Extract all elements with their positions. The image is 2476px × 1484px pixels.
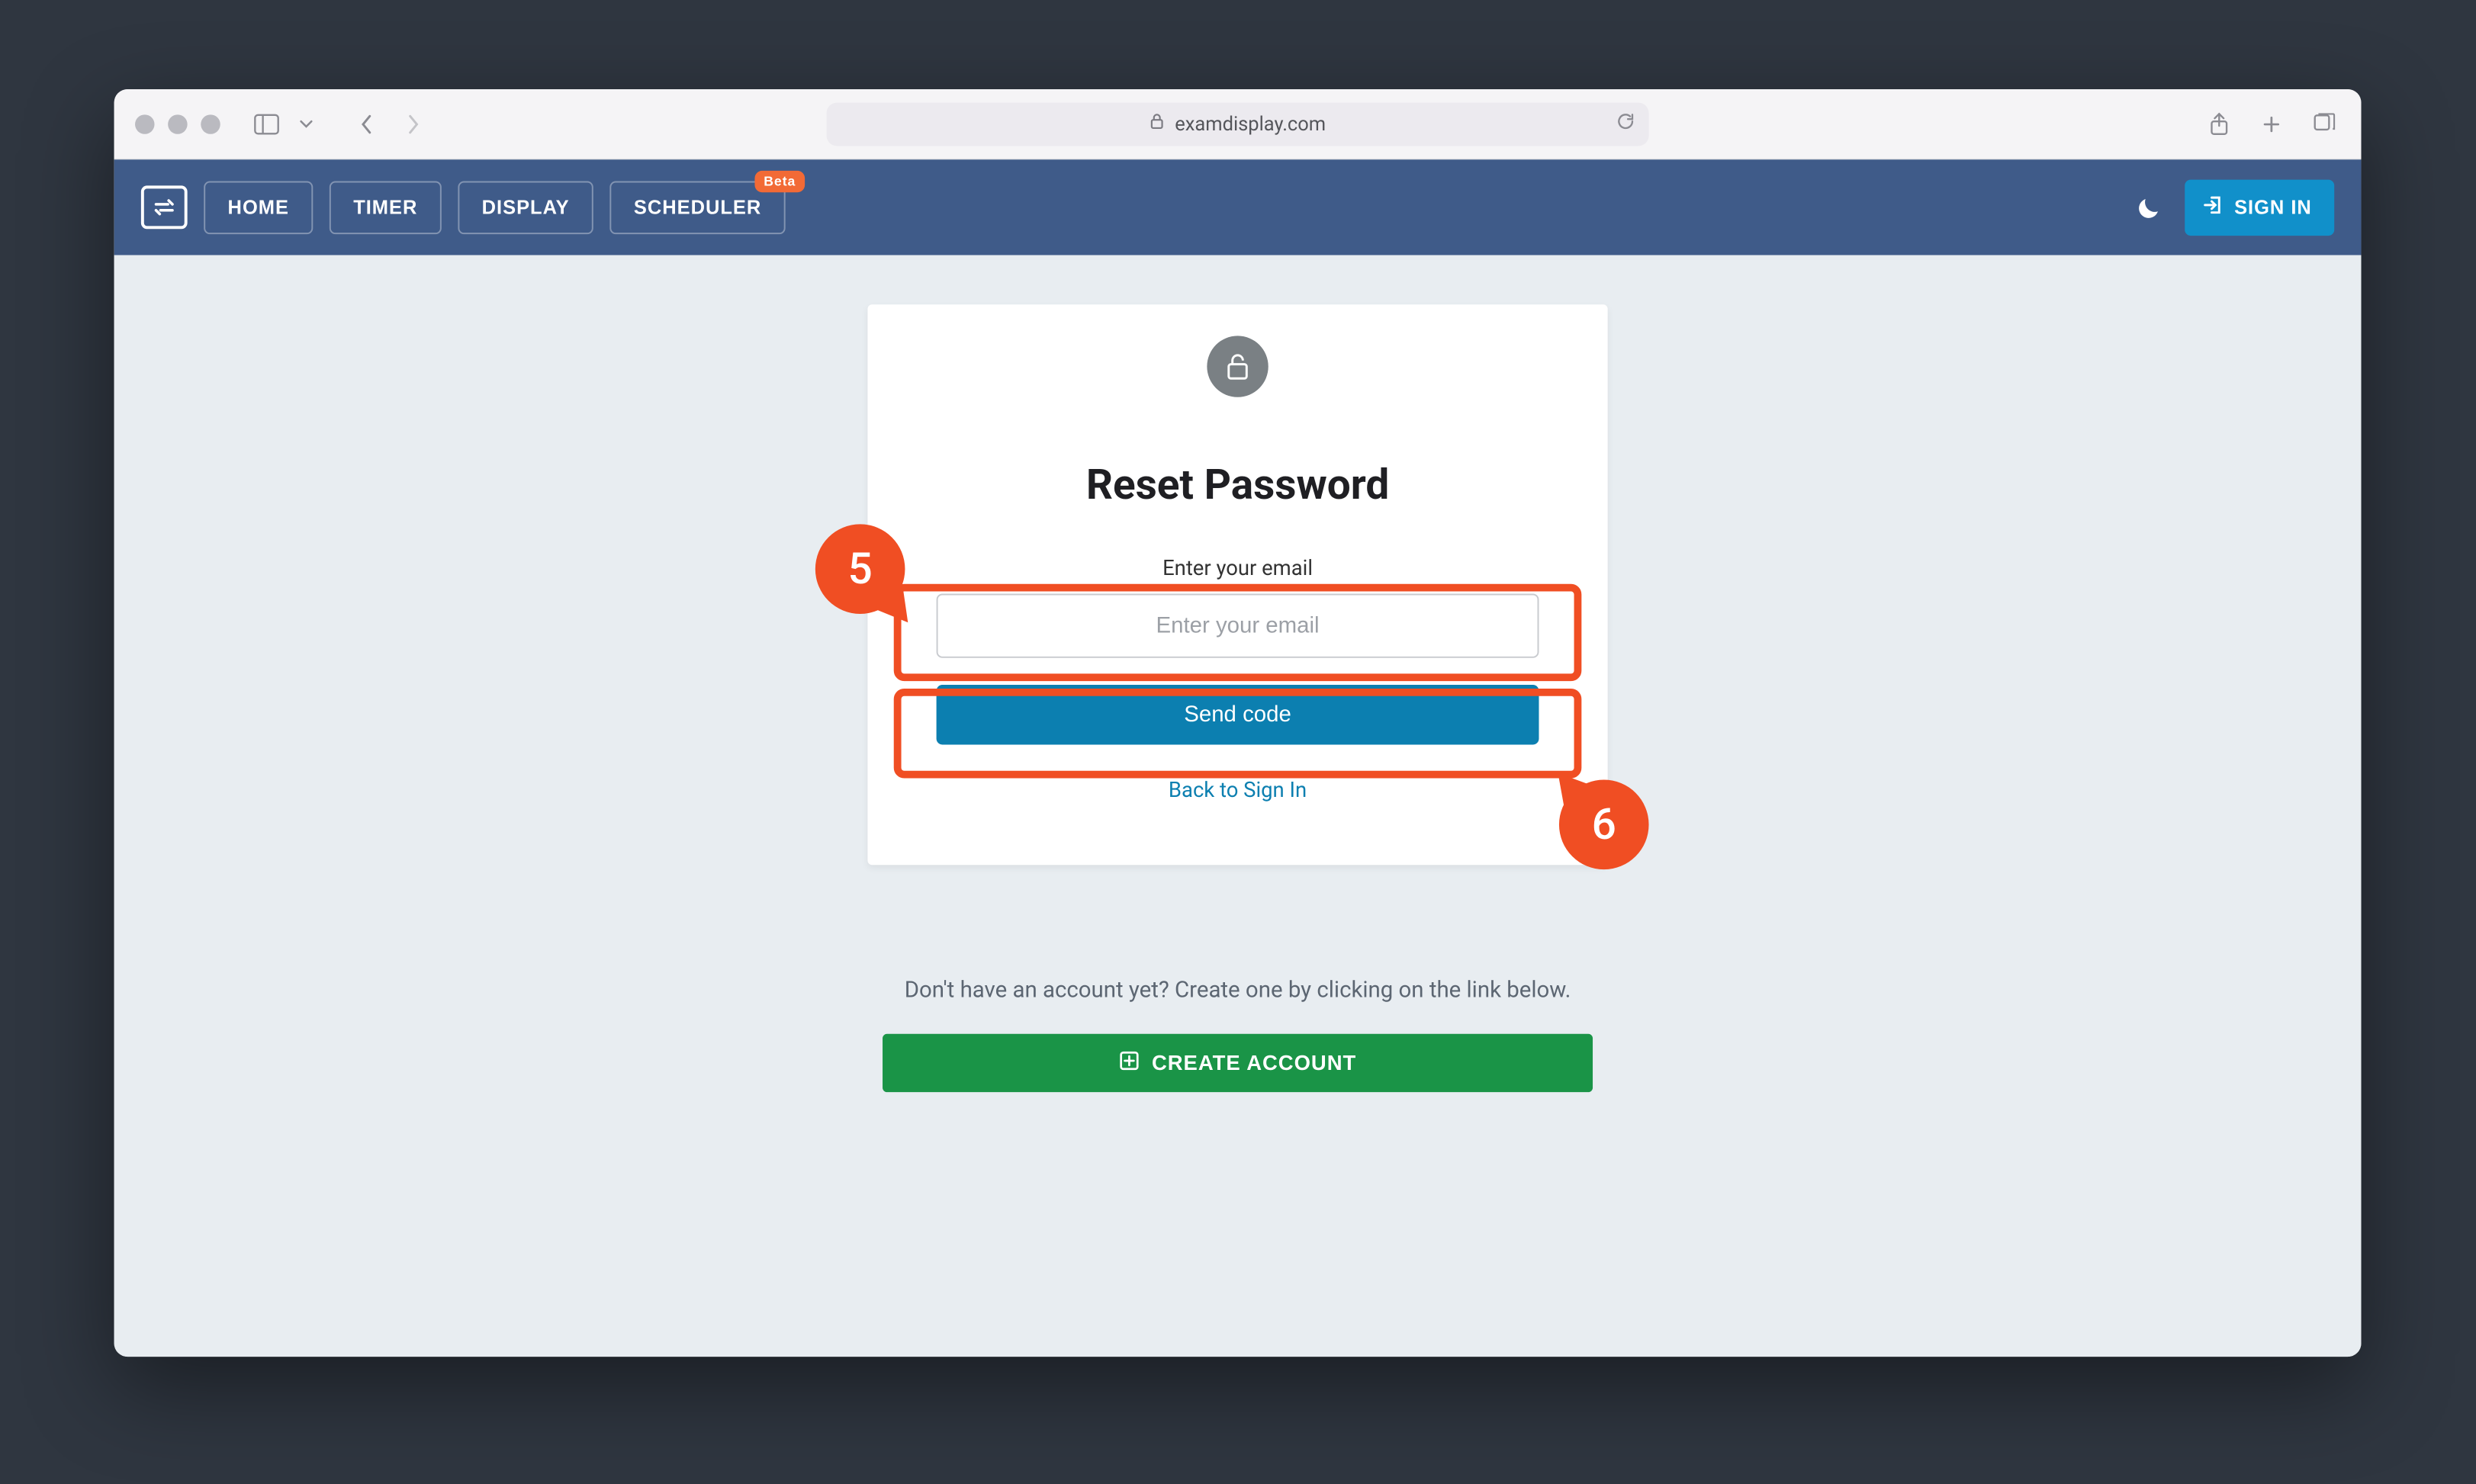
app-body: Reset Password Enter your email Send cod… — [114, 255, 2362, 1357]
create-account-label: CREATE ACCOUNT — [1152, 1052, 1356, 1075]
zoom-window-dot[interactable] — [201, 114, 220, 133]
app-header: HOME TIMER DISPLAY SCHEDULER Beta SIG — [114, 160, 2362, 255]
dark-mode-toggle-icon[interactable] — [2131, 189, 2169, 226]
email-field-label: Enter your email — [937, 556, 1539, 580]
create-account-button[interactable]: CREATE ACCOUNT — [883, 1034, 1593, 1092]
nav-home[interactable]: HOME — [204, 181, 314, 235]
signin-label: SIGN IN — [2235, 196, 2313, 219]
signin-button[interactable]: SIGN IN — [2185, 180, 2335, 236]
sidebar-toggle-icon[interactable] — [250, 108, 283, 140]
lock-icon — [1150, 113, 1165, 136]
send-code-button[interactable]: Send code — [937, 686, 1539, 745]
reset-password-card: Reset Password Enter your email Send cod… — [868, 305, 1608, 866]
beta-badge: Beta — [755, 171, 806, 192]
reload-icon[interactable] — [1616, 112, 1635, 137]
nav-display[interactable]: DISPLAY — [458, 181, 594, 235]
nav-forward-icon[interactable] — [397, 108, 429, 140]
card-title: Reset Password — [937, 461, 1539, 510]
chevron-down-icon[interactable] — [297, 108, 316, 140]
signin-icon — [2203, 194, 2224, 220]
plus-box-icon — [1119, 1050, 1140, 1076]
url-bar[interactable]: examdisplay.com — [827, 103, 1649, 146]
window-controls — [135, 114, 220, 133]
email-input[interactable] — [937, 594, 1539, 658]
app-logo-icon[interactable] — [141, 186, 188, 230]
nav-scheduler-label: SCHEDULER — [634, 196, 761, 218]
new-tab-icon[interactable] — [2256, 108, 2288, 140]
browser-titlebar: examdisplay.com — [114, 89, 2362, 159]
create-account-prompt: Don't have an account yet? Create one by… — [827, 978, 1649, 1004]
tab-overview-icon[interactable] — [2307, 108, 2340, 140]
lock-circle-icon — [1207, 336, 1269, 397]
nav-back-icon[interactable] — [351, 108, 384, 140]
share-icon[interactable] — [2203, 108, 2236, 140]
minimize-window-dot[interactable] — [169, 114, 188, 133]
nav-timer[interactable]: TIMER — [330, 181, 442, 235]
nav-scheduler[interactable]: SCHEDULER Beta — [610, 181, 786, 235]
url-host: examdisplay.com — [1175, 113, 1326, 135]
browser-window: examdisplay.com — [114, 89, 2362, 1357]
close-window-dot[interactable] — [135, 114, 154, 133]
back-to-signin-link[interactable]: Back to Sign In — [1169, 778, 1307, 802]
